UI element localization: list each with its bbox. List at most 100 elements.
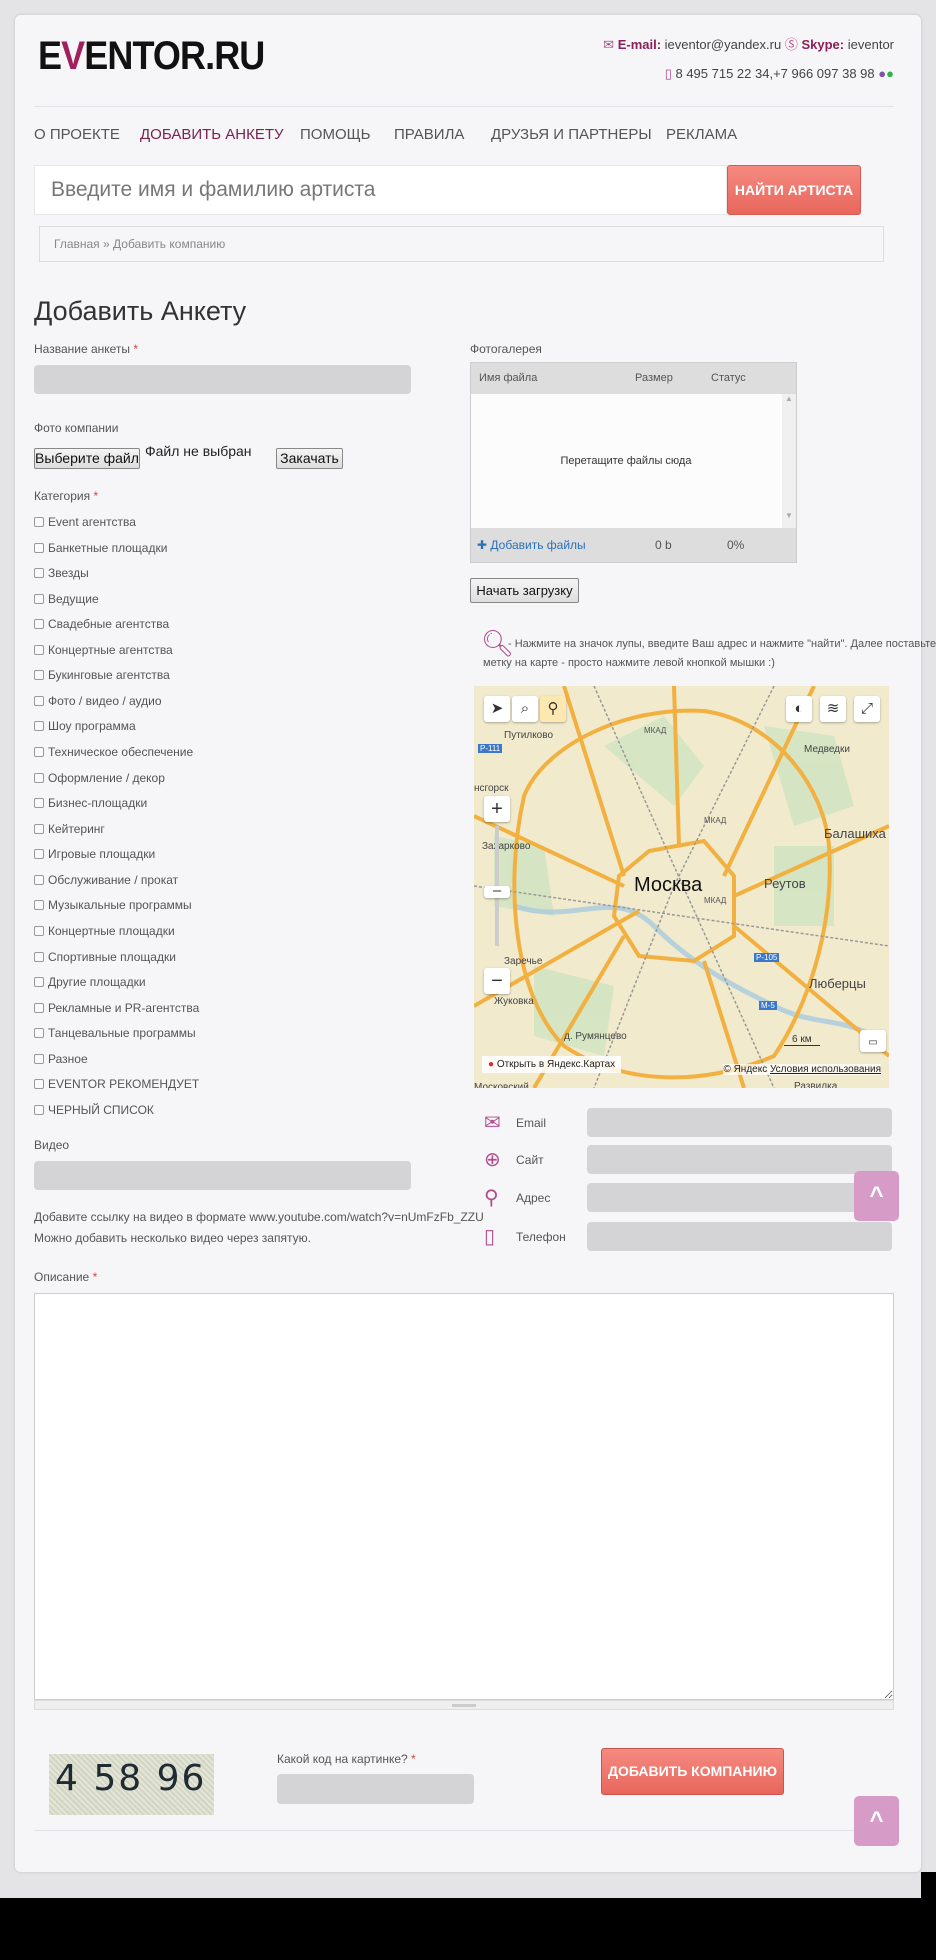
checkbox[interactable] bbox=[34, 772, 44, 783]
drop-zone-text[interactable]: Перетащите файлы сюда bbox=[471, 455, 781, 467]
email-link[interactable]: ieventor@yandex.ru bbox=[665, 37, 782, 52]
zoom-slider-handle[interactable]: – bbox=[484, 883, 510, 898]
skype-id[interactable]: ieventor bbox=[848, 37, 894, 52]
category-checkbox[interactable]: Концертные агентства bbox=[34, 643, 173, 657]
map-placemark-icon[interactable]: ⚲ bbox=[540, 696, 566, 722]
checkbox[interactable] bbox=[34, 849, 44, 860]
category-checkbox[interactable]: Концертные площадки bbox=[34, 924, 175, 938]
checkbox[interactable] bbox=[34, 951, 44, 962]
profile-name-input[interactable] bbox=[34, 365, 411, 394]
checkbox[interactable] bbox=[34, 747, 44, 758]
checkbox[interactable] bbox=[34, 925, 44, 936]
checkbox[interactable] bbox=[34, 1002, 44, 1013]
add-company-button[interactable]: ДОБАВИТЬ КОМПАНИЮ bbox=[601, 1748, 784, 1795]
category-checkbox[interactable]: Банкетные площадки bbox=[34, 541, 167, 555]
nav-rules[interactable]: ПРАВИЛА bbox=[394, 126, 464, 143]
checkbox[interactable] bbox=[34, 1028, 44, 1039]
choose-file-button[interactable]: Выберите файл bbox=[34, 448, 140, 469]
category-checkbox[interactable]: Музыкальные программы bbox=[34, 898, 192, 912]
checkbox[interactable] bbox=[34, 1079, 44, 1090]
find-artist-button[interactable]: НАЙТИ АРТИСТА bbox=[727, 165, 861, 215]
zoom-out-button[interactable]: − bbox=[484, 968, 510, 994]
category-checkbox[interactable]: Букинговые агентства bbox=[34, 668, 170, 682]
contact-input-0[interactable] bbox=[587, 1108, 892, 1137]
description-textarea[interactable] bbox=[34, 1293, 894, 1700]
category-checkbox[interactable]: Танцевальные программы bbox=[34, 1026, 196, 1040]
checkbox[interactable] bbox=[34, 619, 44, 630]
add-files-link[interactable]: ✚ Добавить файлы bbox=[477, 538, 586, 552]
map-place-label: нсгорск bbox=[474, 783, 509, 794]
category-checkbox[interactable]: Звезды bbox=[34, 566, 89, 580]
nav-partners[interactable]: ДРУЗЬЯ И ПАРТНЕРЫ bbox=[491, 126, 652, 143]
resize-handle[interactable] bbox=[34, 1700, 894, 1710]
checkbox[interactable] bbox=[34, 593, 44, 604]
gallery-label: Фотогалерея bbox=[470, 342, 542, 356]
category-checkbox[interactable]: Ведущие bbox=[34, 592, 99, 606]
contact-input-1[interactable] bbox=[587, 1145, 892, 1174]
category-checkbox[interactable]: Другие площадки bbox=[34, 975, 146, 989]
contact-input-3[interactable] bbox=[587, 1222, 892, 1251]
file-uploader[interactable]: Имя файла Размер Статус Перетащите файлы… bbox=[470, 362, 797, 563]
geolocation-icon[interactable]: ➤ bbox=[484, 696, 510, 722]
yandex-map[interactable]: Москва Путилково Медведки нсгорск Балашиха З… bbox=[474, 686, 889, 1088]
ruler-icon[interactable]: ▭ bbox=[860, 1030, 886, 1052]
nav-about[interactable]: О ПРОЕКТЕ bbox=[34, 126, 120, 143]
nav-ads[interactable]: РЕКЛАМА bbox=[666, 126, 737, 143]
globe-icon: ⊕ bbox=[484, 1149, 501, 1171]
category-checkbox[interactable]: Кейтеринг bbox=[34, 822, 105, 836]
category-checkbox[interactable]: Шоу программа bbox=[34, 719, 136, 733]
checkbox[interactable] bbox=[34, 517, 44, 527]
category-checkbox[interactable]: Техническое обеспечение bbox=[34, 745, 193, 759]
artist-search-input[interactable]: Введите имя и фамилию артиста bbox=[34, 165, 727, 215]
category-checkbox[interactable]: Бизнес-площадки bbox=[34, 796, 147, 810]
checkbox[interactable] bbox=[34, 721, 44, 732]
viber-icon[interactable]: ● bbox=[878, 66, 886, 81]
checkbox[interactable] bbox=[34, 670, 44, 681]
location-pin-icon: ⚲ bbox=[484, 1187, 499, 1209]
checkbox[interactable] bbox=[34, 695, 44, 706]
map-search-icon[interactable]: ⌕ bbox=[512, 696, 538, 722]
category-checkbox[interactable]: Оформление / декор bbox=[34, 771, 165, 785]
checkbox[interactable] bbox=[34, 977, 44, 988]
checkbox[interactable] bbox=[34, 900, 44, 911]
captcha-input[interactable] bbox=[277, 1774, 474, 1804]
logo[interactable]: EVENTOR.RU bbox=[38, 34, 265, 79]
category-checkbox[interactable]: ЧЕРНЫЙ СПИСОК bbox=[34, 1103, 154, 1117]
checkbox[interactable] bbox=[34, 874, 44, 885]
scroll-to-top-button[interactable]: ^ bbox=[854, 1171, 899, 1221]
category-checkbox[interactable]: Свадебные агентства bbox=[34, 617, 169, 631]
scrollbar[interactable]: ▲ ▼ bbox=[782, 394, 796, 530]
fullscreen-icon[interactable]: ⤢ bbox=[854, 696, 880, 722]
checkbox[interactable] bbox=[34, 1053, 44, 1064]
category-checkbox[interactable]: EVENTOR РЕКОМЕНДУЕТ bbox=[34, 1077, 199, 1091]
category-checkbox[interactable]: Спортивные площадки bbox=[34, 950, 176, 964]
video-input[interactable] bbox=[34, 1161, 411, 1190]
checkbox[interactable] bbox=[34, 568, 44, 579]
whatsapp-icon[interactable]: ● bbox=[886, 66, 894, 81]
category-label: Категория * bbox=[34, 489, 99, 503]
contact-label: Email bbox=[516, 1116, 547, 1130]
nav-add-profile[interactable]: ДОБАВИТЬ АНКЕТУ bbox=[140, 126, 284, 143]
checkbox[interactable] bbox=[34, 823, 44, 834]
terms-link[interactable]: Условия использования bbox=[770, 1064, 881, 1075]
checkbox[interactable] bbox=[34, 542, 44, 553]
zoom-in-button[interactable]: + bbox=[484, 796, 510, 822]
scroll-to-top-button[interactable]: ^ bbox=[854, 1796, 899, 1846]
category-checkbox[interactable]: Event агентства bbox=[34, 515, 136, 529]
checkbox[interactable] bbox=[34, 644, 44, 655]
breadcrumb[interactable]: Главная » Добавить компанию bbox=[39, 226, 884, 262]
nav-help[interactable]: ПОМОЩЬ bbox=[300, 126, 371, 143]
checkbox[interactable] bbox=[34, 1104, 44, 1115]
upload-button[interactable]: Закачать bbox=[276, 448, 343, 469]
category-checkbox[interactable]: Рекламные и PR-агентства bbox=[34, 1001, 199, 1015]
start-upload-button[interactable]: Начать загрузку bbox=[470, 578, 579, 603]
category-checkbox[interactable]: Игровые площадки bbox=[34, 847, 155, 861]
category-checkbox[interactable]: Обслуживание / прокат bbox=[34, 873, 178, 887]
checkbox[interactable] bbox=[34, 798, 44, 809]
category-checkbox[interactable]: Разное bbox=[34, 1052, 88, 1066]
contact-input-2[interactable] bbox=[587, 1183, 892, 1212]
open-in-yandex-link[interactable]: ● Открыть в Яндекс.Картах bbox=[482, 1056, 622, 1073]
traffic-icon[interactable]: ◐ bbox=[786, 696, 812, 722]
category-checkbox[interactable]: Фото / видео / аудио bbox=[34, 694, 162, 708]
layers-icon[interactable]: ≋ bbox=[820, 696, 846, 722]
